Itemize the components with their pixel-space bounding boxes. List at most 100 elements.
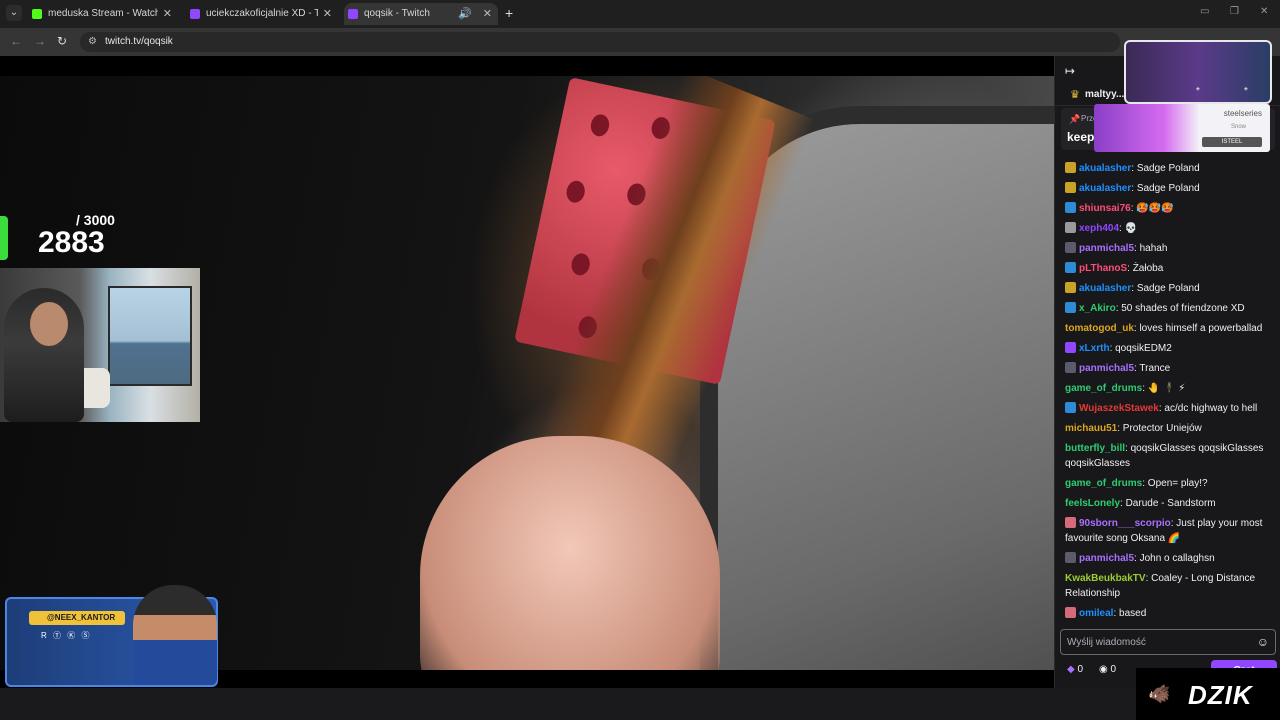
ad-button[interactable]: ISTEEL [1202, 137, 1262, 147]
browser-toolbar: ← → ↻ ⚙ twitch.tv/qoqsik [0, 28, 1280, 56]
chat-badge-icon[interactable] [1065, 361, 1076, 373]
chat-message: panmichal5: Trance [1061, 358, 1277, 378]
tab-uciekczak[interactable]: uciekczakoficjalnie XD - Twitch ✕ [186, 3, 338, 25]
chat-username[interactable]: akualasher [1079, 283, 1131, 294]
chat-username[interactable]: xeph404 [1079, 223, 1119, 234]
chat-text: : 🥵🥵🥵 [1130, 202, 1174, 214]
chat-username[interactable]: KwakBeukbakTV [1065, 573, 1146, 584]
pinned-text: keep [1067, 130, 1095, 144]
chat-text: : qoqsikEDM2 [1109, 342, 1172, 354]
chat-username[interactable]: omileal [1079, 608, 1113, 619]
webcam-overlay [0, 268, 200, 422]
chat-badge-icon[interactable] [1065, 551, 1076, 563]
boar-icon: 🐗 [1148, 684, 1171, 704]
chat-badge-icon[interactable] [1065, 301, 1076, 313]
chat-badge-icon[interactable] [1065, 161, 1076, 173]
close-tab-icon[interactable]: ✕ [483, 3, 492, 25]
emoji-picker-icon[interactable]: ☺ [1257, 635, 1269, 649]
forward-icon[interactable]: → [34, 34, 46, 48]
chat-username[interactable]: akualasher [1079, 183, 1131, 194]
maximize-icon[interactable]: ❐ [1230, 6, 1239, 17]
chat-username[interactable]: xLxrth [1079, 343, 1110, 354]
chat-username[interactable]: WujaszekStawek [1079, 403, 1159, 414]
chat-badge-icon[interactable] [1065, 201, 1076, 213]
chat-badge-icon[interactable] [1065, 401, 1076, 413]
channel-points[interactable]: ◉ 0 [1099, 664, 1116, 675]
bits-balance[interactable]: ◆ 0 [1067, 664, 1083, 675]
chat-username[interactable]: game_of_drums [1065, 478, 1142, 489]
top-gifter-name[interactable]: maltyy... [1085, 89, 1124, 100]
close-tab-icon[interactable]: ✕ [163, 3, 172, 25]
ad-banner-steelseries[interactable]: steelseries Snow ISTEEL [1094, 104, 1270, 152]
chat-input[interactable] [1067, 634, 1247, 650]
chat-badge-icon[interactable] [1065, 281, 1076, 293]
chat-message: michauu51: Protector Uniejów [1061, 418, 1277, 438]
chat-text: : loves himself a powerballad [1133, 322, 1263, 334]
ad-card-skins[interactable]: ◈ ◈ [1124, 40, 1272, 104]
site-info-icon[interactable]: ⚙ [88, 36, 97, 47]
kick-icon [32, 9, 42, 19]
mascot-figure [133, 585, 217, 685]
chat-badge-icon[interactable] [1065, 341, 1076, 353]
channel-points-icon: ◉ [1099, 664, 1108, 675]
chat-username[interactable]: 90sborn___scorpio [1079, 518, 1171, 529]
browser-tab-bar: ⌄ meduska Stream - Watch Live o ✕ uciekc… [0, 0, 1280, 28]
close-window-icon[interactable]: ✕ [1260, 6, 1268, 17]
counter-progress-bar [0, 216, 8, 260]
watermark-text: DZIK [1188, 680, 1253, 710]
pin-icon: 📌 [1069, 114, 1081, 124]
chat-badge-icon[interactable] [1065, 181, 1076, 193]
chat-input-box[interactable]: ☺ [1060, 629, 1276, 655]
chat-username[interactable]: akualasher [1079, 163, 1131, 174]
chat-badge-icon[interactable] [1065, 221, 1076, 233]
chat-text: : Protector Uniejów [1117, 422, 1202, 434]
audio-playing-icon[interactable]: 🔊 [458, 3, 472, 25]
chat-badge-icon[interactable] [1065, 241, 1076, 253]
chat-username[interactable]: x_Akiro [1079, 303, 1116, 314]
chat-message: 90sborn___scorpio: Just play your most f… [1061, 513, 1277, 548]
collapse-chat-icon[interactable]: ↦ [1065, 64, 1075, 78]
webcam-window-view [108, 286, 192, 386]
twitch-icon [348, 9, 358, 19]
address-bar[interactable]: ⚙ twitch.tv/qoqsik [80, 32, 1120, 52]
back-icon[interactable]: ← [10, 34, 22, 48]
ad-card-label-1: ◈ [1196, 86, 1200, 92]
chat-text: : hahah [1134, 242, 1168, 254]
instagram-handle: @NEEX_KANTOR [29, 611, 125, 625]
channel-points-count: 0 [1110, 664, 1117, 675]
chat-text: : Żałoba [1127, 262, 1164, 274]
chat-message: game_of_drums: Open= play!? [1061, 473, 1277, 493]
chat-username[interactable]: panmichal5 [1079, 363, 1134, 374]
chat-message: akualasher: Sadge Poland [1061, 278, 1277, 298]
tab-qoqsik[interactable]: qoqsik - Twitch 🔊 ✕ [344, 3, 498, 25]
close-tab-icon[interactable]: ✕ [323, 3, 332, 25]
chat-text: : 💀 [1119, 222, 1138, 234]
chat-username[interactable]: shiunsai76 [1079, 203, 1131, 214]
minimize-icon[interactable]: ▭ [1200, 6, 1209, 17]
chat-text: : Darude - Sandstorm [1120, 497, 1216, 509]
tab-meduska[interactable]: meduska Stream - Watch Live o ✕ [28, 3, 178, 25]
chat-username[interactable]: panmichal5 [1079, 243, 1134, 254]
bottom-bar [0, 688, 1280, 720]
chat-username[interactable]: pLThanoS [1079, 263, 1127, 274]
chat-message: akualasher: Sadge Poland [1061, 178, 1277, 198]
new-tab-button[interactable]: + [505, 5, 513, 21]
chat-username[interactable]: feelsLonely [1065, 498, 1120, 509]
chat-username[interactable]: tomatogod_uk [1065, 323, 1134, 334]
twitch-icon [190, 9, 200, 19]
chat-text: : Sadge Poland [1131, 182, 1200, 194]
ad-sub: Snow [1230, 124, 1246, 130]
chat-message: panmichal5: John o callaghsn [1061, 548, 1277, 568]
chat-username[interactable]: panmichal5 [1079, 553, 1134, 564]
chat-username[interactable]: michauu51 [1065, 423, 1117, 434]
chat-text: : Sadge Poland [1131, 162, 1200, 174]
chat-message: akualasher: Sadge Poland [1061, 158, 1277, 178]
chat-username[interactable]: butterfly_bill [1065, 443, 1125, 454]
chat-badge-icon[interactable] [1065, 261, 1076, 273]
reload-icon[interactable]: ↻ [57, 34, 67, 48]
tab-search-button[interactable]: ⌄ [6, 5, 22, 21]
chat-text: : ac/dc highway to hell [1158, 402, 1258, 414]
chat-username[interactable]: game_of_drums [1065, 383, 1142, 394]
chat-badge-icon[interactable] [1065, 606, 1076, 618]
chat-badge-icon[interactable] [1065, 516, 1076, 528]
